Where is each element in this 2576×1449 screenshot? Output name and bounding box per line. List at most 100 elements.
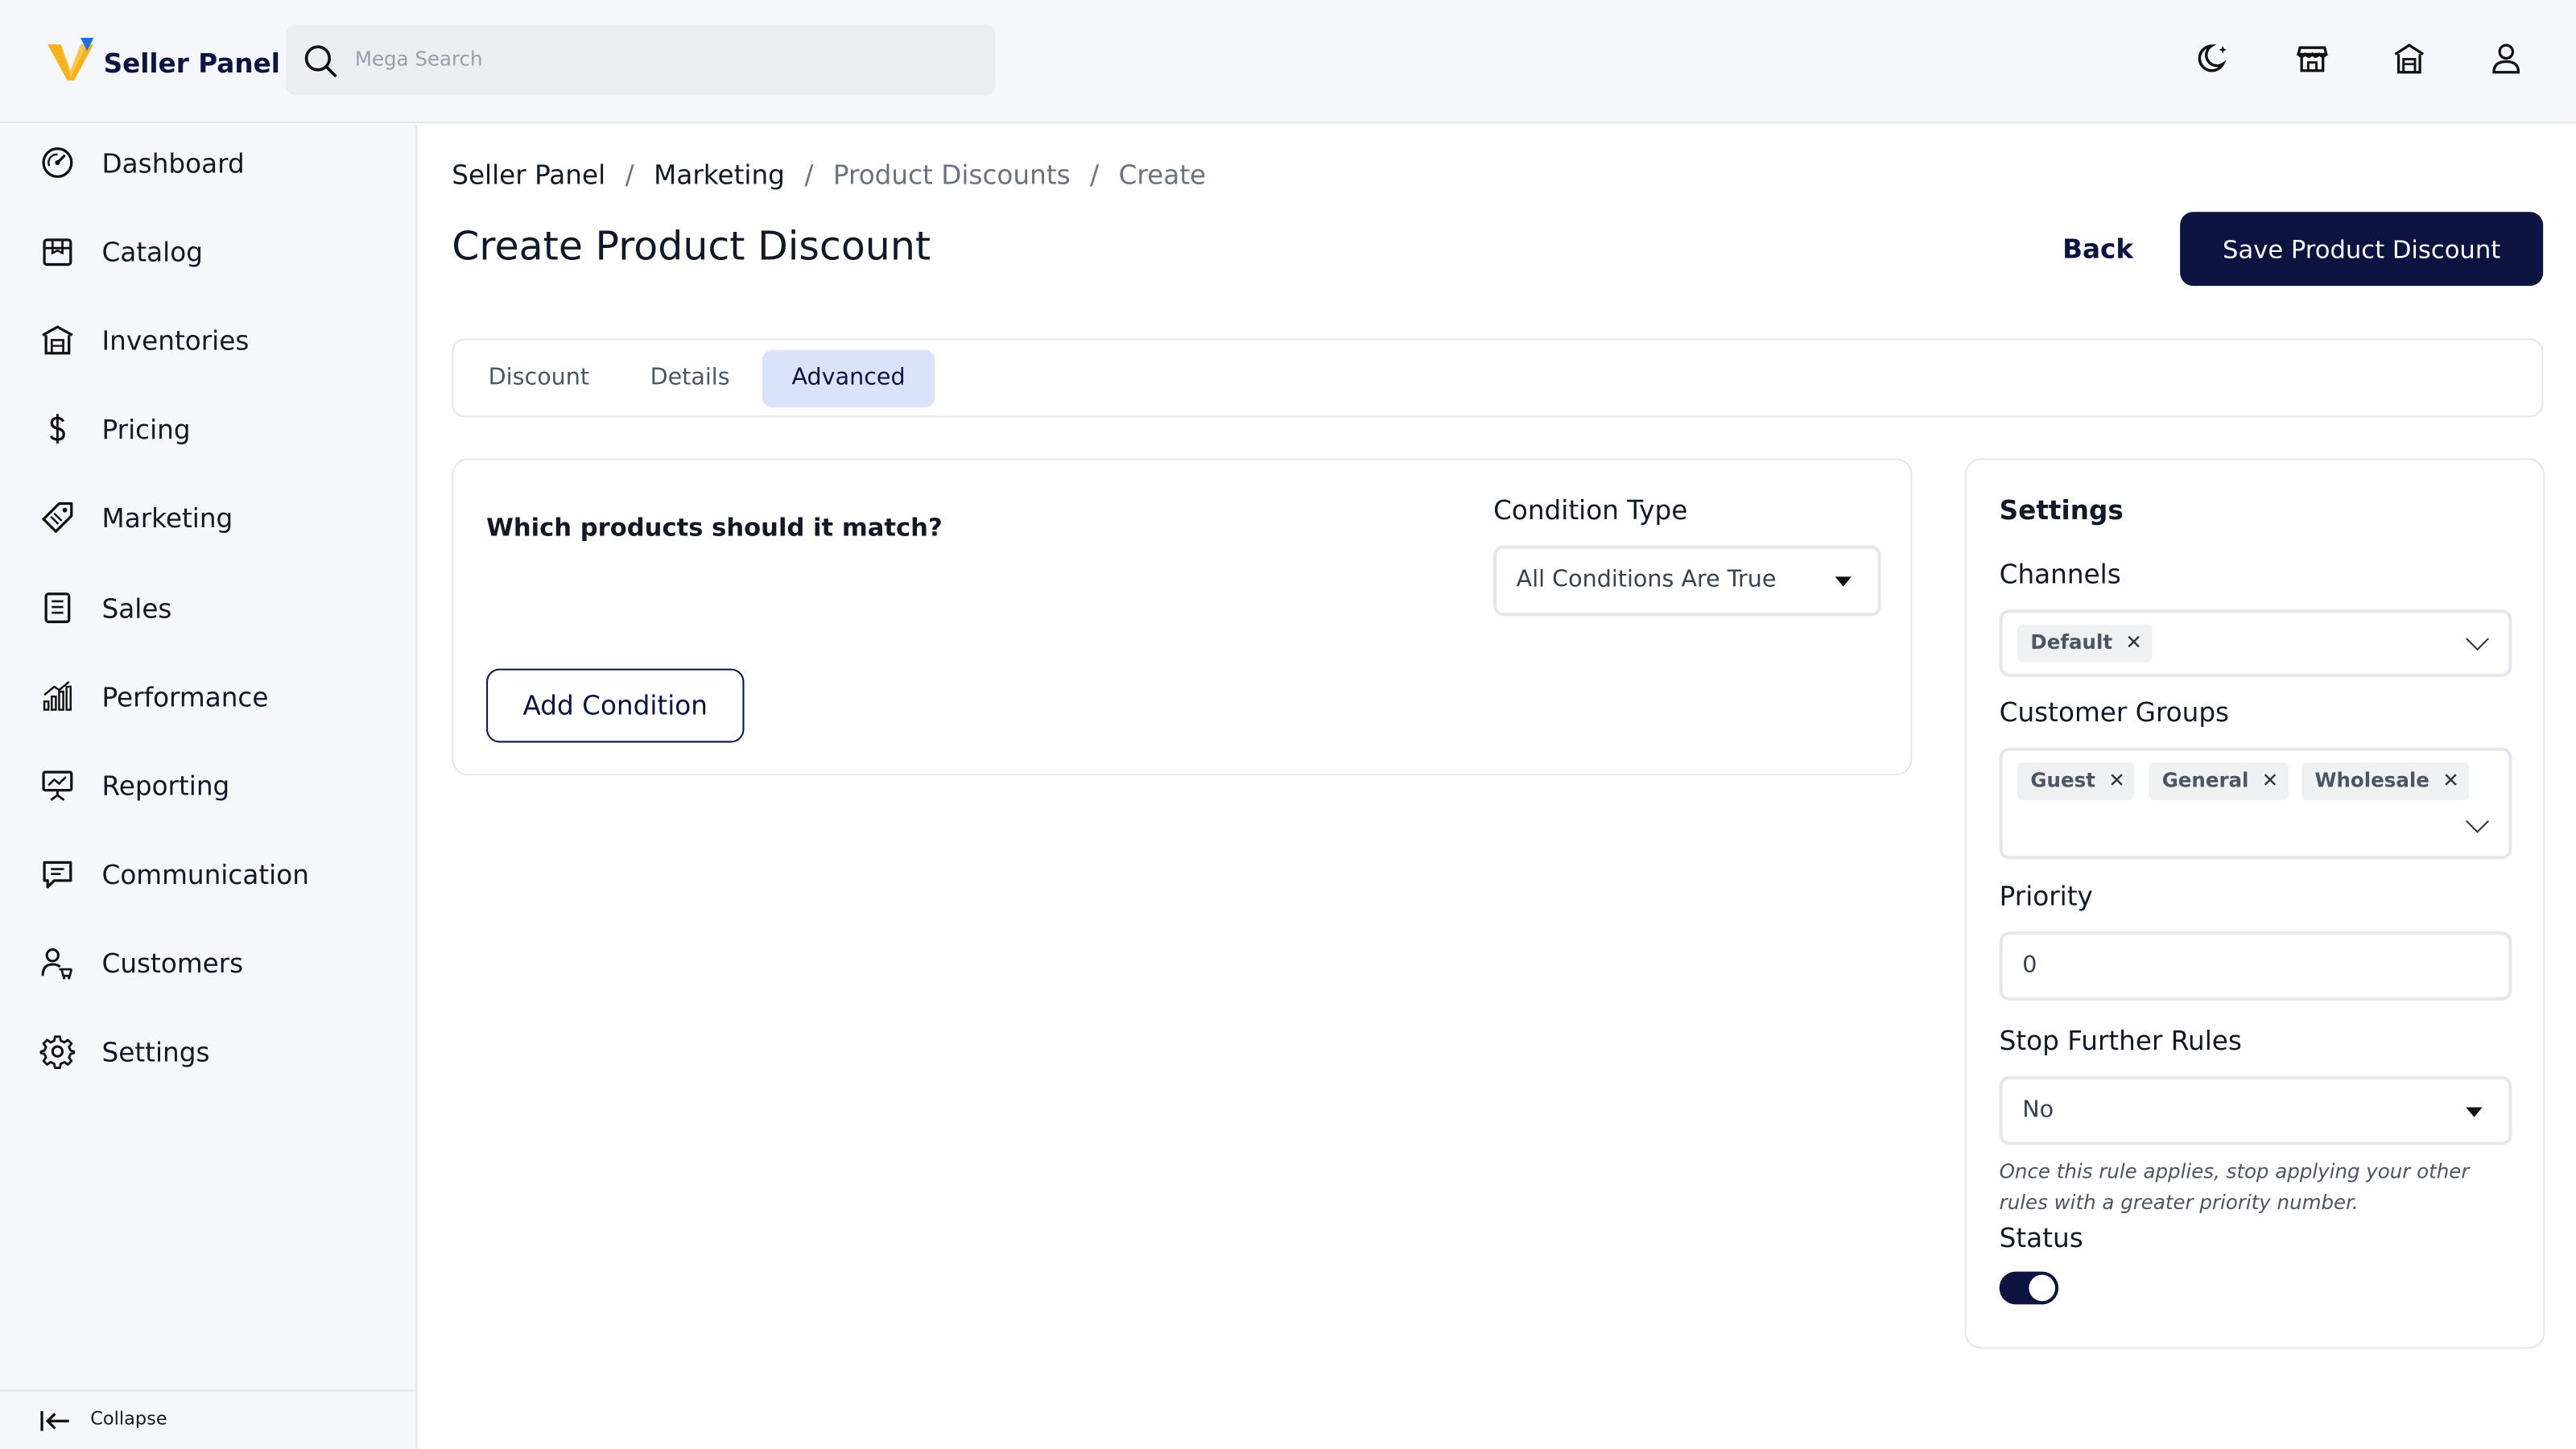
customers-icon bbox=[39, 944, 76, 980]
inventories-icon bbox=[39, 322, 76, 358]
sidebar-item-inventories[interactable]: Inventories bbox=[39, 320, 249, 360]
collapse-icon bbox=[39, 1408, 72, 1441]
presentation-icon bbox=[39, 767, 76, 803]
top-actions bbox=[2198, 41, 2524, 76]
sidebar-item-catalog[interactable]: Catalog bbox=[39, 232, 203, 271]
dashboard-icon bbox=[39, 145, 76, 181]
chevron-down-icon[interactable] bbox=[2466, 809, 2489, 833]
customer-group-chip[interactable]: General ✕ bbox=[2149, 762, 2289, 800]
sidebar-item-label: Settings bbox=[101, 1035, 210, 1067]
sidebar-item-marketing[interactable]: Marketing bbox=[39, 497, 233, 537]
top-bar: Seller Panel bbox=[0, 0, 2576, 124]
tab-bar: Discount Details Advanced bbox=[452, 338, 2544, 418]
sidebar-item-label: Customers bbox=[101, 947, 244, 979]
bar-chart-icon bbox=[39, 679, 76, 715]
tab-details[interactable]: Details bbox=[625, 350, 756, 407]
logo-icon bbox=[44, 35, 97, 90]
breadcrumb-item-current: Create bbox=[1118, 159, 1207, 191]
toggle-knob bbox=[2029, 1274, 2056, 1302]
sidebar-item-dashboard[interactable]: Dashboard bbox=[39, 143, 245, 183]
customer-groups-label: Customer Groups bbox=[1999, 696, 2230, 729]
collapse-label: Collapse bbox=[90, 1407, 167, 1430]
save-product-discount-button[interactable]: Save Product Discount bbox=[2180, 212, 2544, 287]
stop-further-rules-value: No bbox=[2022, 1097, 2054, 1124]
collapse-button[interactable]: Collapse bbox=[0, 1389, 418, 1449]
sidebar-item-performance[interactable]: Performance bbox=[39, 677, 268, 716]
moon-icon[interactable] bbox=[2198, 41, 2233, 76]
chevron-down-icon[interactable] bbox=[2466, 627, 2489, 651]
warehouse-icon[interactable] bbox=[2392, 41, 2426, 76]
breadcrumb-item[interactable]: Seller Panel bbox=[452, 159, 605, 191]
channels-label: Channels bbox=[1999, 558, 2121, 590]
search-icon bbox=[303, 43, 339, 85]
chip-label: Wholesale bbox=[2314, 769, 2429, 792]
stop-further-rules-hint: Once this rule applies, stop applying yo… bbox=[1999, 1159, 2470, 1215]
caret-down-icon bbox=[2466, 1107, 2483, 1117]
sidebar-item-label: Reporting bbox=[101, 770, 230, 801]
search-input[interactable] bbox=[354, 41, 963, 77]
search-bar bbox=[286, 24, 996, 96]
condition-type-label: Condition Type bbox=[1493, 494, 1688, 526]
breadcrumb-separator: / bbox=[625, 159, 634, 191]
sidebar-item-customers[interactable]: Customers bbox=[39, 943, 243, 982]
sidebar-item-label: Sales bbox=[101, 592, 172, 624]
channels-multiselect[interactable]: Default ✕ bbox=[1999, 609, 2512, 677]
breadcrumb-item[interactable]: Marketing bbox=[654, 159, 785, 191]
chat-icon bbox=[39, 856, 76, 892]
priority-label: Priority bbox=[1999, 880, 2093, 912]
back-button[interactable]: Back bbox=[2037, 212, 2159, 286]
user-icon[interactable] bbox=[2489, 41, 2524, 76]
tab-discount[interactable]: Discount bbox=[467, 350, 612, 407]
condition-type-value: All Conditions Are True bbox=[1516, 567, 1777, 593]
sidebar-item-label: Communication bbox=[101, 858, 309, 890]
status-toggle[interactable] bbox=[1999, 1271, 2059, 1305]
priority-input[interactable] bbox=[1999, 931, 2512, 1001]
customer-groups-multiselect[interactable]: Guest ✕ General ✕ Wholesale ✕ bbox=[1999, 747, 2512, 860]
condition-type-select[interactable]: All Conditions Are True bbox=[1493, 545, 1881, 617]
sidebar-item-pricing[interactable]: Pricing bbox=[39, 409, 191, 448]
chip-label: Default bbox=[2030, 630, 2113, 654]
receipt-icon bbox=[39, 590, 76, 626]
sidebar-item-communication[interactable]: Communication bbox=[39, 854, 309, 894]
close-icon[interactable]: ✕ bbox=[2125, 625, 2152, 663]
breadcrumb-separator: / bbox=[1090, 159, 1100, 191]
tag-icon bbox=[39, 499, 76, 535]
sidebar-item-sales[interactable]: Sales bbox=[39, 588, 171, 628]
sidebar: Dashboard Catalog Inventories Pricing Ma… bbox=[0, 125, 418, 1449]
add-condition-button[interactable]: Add Condition bbox=[486, 668, 745, 743]
dollar-icon bbox=[39, 411, 76, 447]
conditions-question: Which products should it match? bbox=[486, 512, 943, 543]
settings-title: Settings bbox=[1999, 494, 2124, 526]
brand-name: Seller Panel bbox=[103, 47, 280, 78]
tab-advanced[interactable]: Advanced bbox=[762, 349, 935, 408]
stop-further-rules-label: Stop Further Rules bbox=[1999, 1025, 2242, 1057]
catalog-icon bbox=[39, 233, 76, 270]
close-icon[interactable]: ✕ bbox=[2442, 762, 2469, 800]
settings-card: Settings Channels Default ✕ Customer Grou… bbox=[1964, 458, 2545, 1349]
customer-group-chip[interactable]: Wholesale ✕ bbox=[2301, 762, 2469, 800]
sidebar-item-label: Pricing bbox=[101, 413, 191, 445]
breadcrumb-item[interactable]: Product Discounts bbox=[833, 159, 1071, 191]
chip-label: Guest bbox=[2030, 769, 2095, 792]
store-icon[interactable] bbox=[2295, 41, 2330, 76]
brand[interactable]: Seller Panel bbox=[44, 35, 280, 90]
sidebar-item-label: Marketing bbox=[101, 502, 233, 534]
sidebar-item-settings[interactable]: Settings bbox=[39, 1032, 209, 1071]
sidebar-item-reporting[interactable]: Reporting bbox=[39, 766, 229, 805]
sidebar-item-label: Dashboard bbox=[101, 147, 245, 179]
chip-label: General bbox=[2161, 769, 2249, 792]
caret-down-icon bbox=[1835, 576, 1852, 587]
customer-group-chip[interactable]: Guest ✕ bbox=[2017, 762, 2135, 800]
channel-chip[interactable]: Default ✕ bbox=[2017, 624, 2153, 663]
stop-further-rules-select[interactable]: No bbox=[1999, 1075, 2512, 1146]
status-label: Status bbox=[1999, 1222, 2083, 1254]
page-title: Create Product Discount bbox=[452, 223, 931, 270]
breadcrumb: Seller Panel / Marketing / Product Disco… bbox=[452, 159, 1206, 191]
conditions-card: Which products should it match? Conditio… bbox=[452, 458, 1913, 776]
close-icon[interactable]: ✕ bbox=[2262, 762, 2289, 800]
sidebar-item-label: Performance bbox=[101, 680, 269, 712]
close-icon[interactable]: ✕ bbox=[2108, 762, 2135, 800]
sidebar-item-label: Inventories bbox=[101, 324, 250, 356]
breadcrumb-separator: / bbox=[804, 159, 814, 191]
gear-icon bbox=[39, 1034, 76, 1070]
